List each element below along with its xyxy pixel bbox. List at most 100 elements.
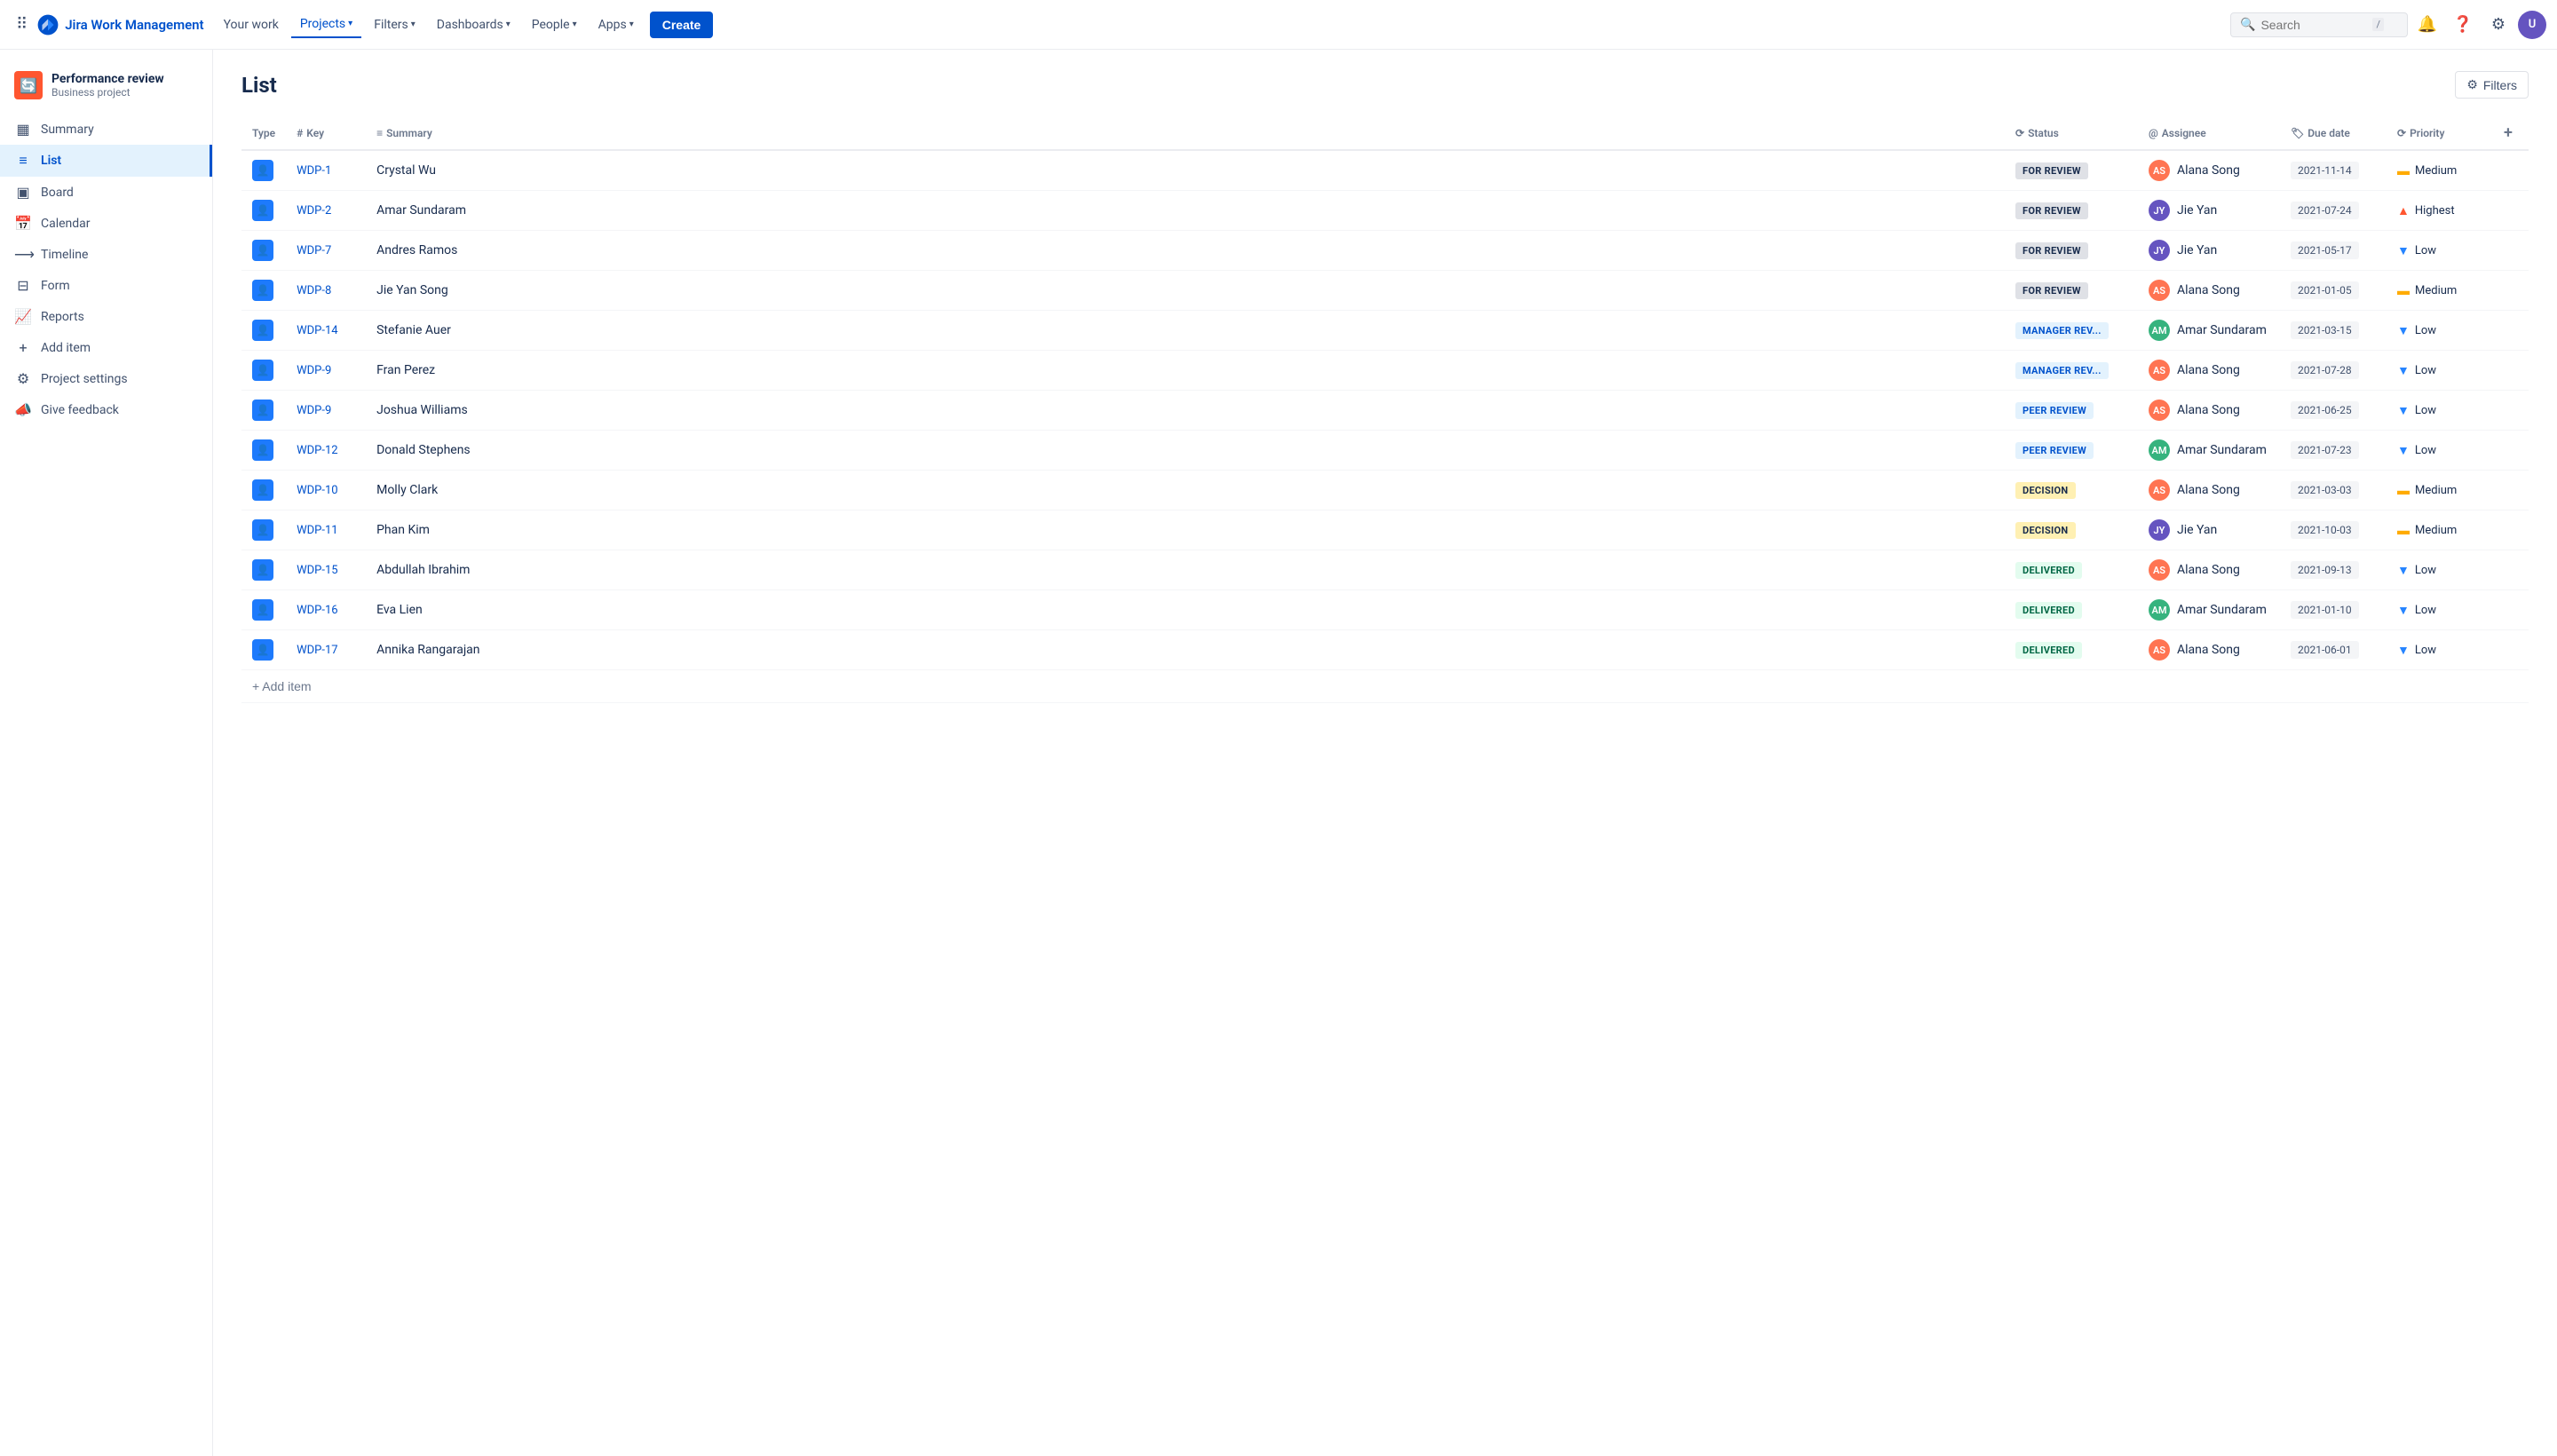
sidebar-item-timeline[interactable]: ⟶ Timeline <box>0 239 212 270</box>
th-type: Type <box>241 116 286 150</box>
grid-icon[interactable]: ⠿ <box>11 10 33 39</box>
key-link-4[interactable]: WDP-14 <box>297 324 337 337</box>
table-row[interactable]: 👤 WDP-10 Molly Clark DECISION AS Alana S… <box>241 471 2529 510</box>
assignee-cell-7: AM Amar Sundaram <box>2149 439 2269 461</box>
key-link-1[interactable]: WDP-2 <box>297 204 331 218</box>
table-row[interactable]: 👤 WDP-1 Crystal Wu FOR REVIEW AS Alana S… <box>241 150 2529 191</box>
dashboards-nav[interactable]: Dashboards ▾ <box>428 12 519 37</box>
sidebar-item-project-settings[interactable]: ⚙ Project settings <box>0 363 212 394</box>
cell-status-12: DELIVERED <box>2005 630 2138 670</box>
table-row[interactable]: 👤 WDP-7 Andres Ramos FOR REVIEW JY Jie Y… <box>241 231 2529 271</box>
cell-duedate-9: 2021-10-03 <box>2280 510 2387 550</box>
cell-status-0: FOR REVIEW <box>2005 150 2138 191</box>
cell-assignee-6: AS Alana Song <box>2138 391 2280 431</box>
due-date-badge-4: 2021-03-15 <box>2291 321 2359 339</box>
create-button[interactable]: Create <box>650 12 714 38</box>
assignee-cell-9: JY Jie Yan <box>2149 519 2269 541</box>
add-column-icon[interactable]: + <box>2504 123 2513 142</box>
key-link-0[interactable]: WDP-1 <box>297 164 331 178</box>
key-link-11[interactable]: WDP-16 <box>297 604 337 617</box>
assignee-avatar-1: JY <box>2149 200 2170 221</box>
th-add-col[interactable]: + <box>2493 116 2529 150</box>
filters-button[interactable]: ⚙ Filters <box>2455 71 2529 99</box>
cell-priority-4: ▼ Low <box>2387 311 2493 351</box>
cell-priority-1: ▲ Highest <box>2387 191 2493 231</box>
due-date-badge-9: 2021-10-03 <box>2291 521 2359 539</box>
priority-label-9: Medium <box>2415 524 2457 537</box>
filters-nav[interactable]: Filters ▾ <box>365 12 424 37</box>
sidebar-item-board[interactable]: ▣ Board <box>0 177 212 208</box>
priority-label-0: Medium <box>2415 164 2457 178</box>
status-badge-5: MANAGER REV... <box>2015 362 2109 379</box>
type-icon-9: 👤 <box>252 519 273 541</box>
assignee-cell-4: AM Amar Sundaram <box>2149 320 2269 341</box>
key-link-2[interactable]: WDP-7 <box>297 244 331 257</box>
type-icon-7: 👤 <box>252 439 273 461</box>
sidebar-item-form[interactable]: ⊟ Form <box>0 270 212 301</box>
sidebar-item-list[interactable]: ≡ List <box>0 145 212 177</box>
assignee-name-2: Jie Yan <box>2177 243 2217 257</box>
table-row[interactable]: 👤 WDP-15 Abdullah Ibrahim DELIVERED AS A… <box>241 550 2529 590</box>
table-row[interactable]: 👤 WDP-2 Amar Sundaram FOR REVIEW JY Jie … <box>241 191 2529 231</box>
add-item-table: + Add item <box>241 670 2529 703</box>
add-item-button[interactable]: + Add item <box>252 679 312 693</box>
key-link-3[interactable]: WDP-8 <box>297 284 331 297</box>
priority-cell-1: ▲ Highest <box>2397 203 2482 218</box>
user-avatar[interactable]: U <box>2518 11 2546 39</box>
table-row[interactable]: 👤 WDP-9 Joshua Williams PEER REVIEW AS A… <box>241 391 2529 431</box>
cell-summary-10: Abdullah Ibrahim <box>366 550 2005 590</box>
key-link-7[interactable]: WDP-12 <box>297 444 337 457</box>
due-date-badge-10: 2021-09-13 <box>2291 561 2359 579</box>
sidebar-item-give-feedback[interactable]: 📣 Give feedback <box>0 394 212 425</box>
table-row[interactable]: 👤 WDP-12 Donald Stephens PEER REVIEW AM … <box>241 431 2529 471</box>
due-date-badge-7: 2021-07-23 <box>2291 441 2359 459</box>
cell-type-6: 👤 <box>241 391 286 431</box>
notifications-button[interactable]: 🔔 <box>2411 9 2443 41</box>
priority-cell-11: ▼ Low <box>2397 603 2482 618</box>
key-link-12[interactable]: WDP-17 <box>297 644 337 657</box>
key-link-9[interactable]: WDP-11 <box>297 524 337 537</box>
cell-key-0: WDP-1 <box>286 150 366 191</box>
cell-priority-10: ▼ Low <box>2387 550 2493 590</box>
logo[interactable]: Jira Work Management <box>36 13 203 36</box>
cell-summary-5: Fran Perez <box>366 351 2005 391</box>
table-row[interactable]: 👤 WDP-11 Phan Kim DECISION JY Jie Yan 20… <box>241 510 2529 550</box>
help-button[interactable]: ❓ <box>2447 9 2479 41</box>
sidebar-item-calendar[interactable]: 📅 Calendar <box>0 208 212 239</box>
cell-duedate-5: 2021-07-28 <box>2280 351 2387 391</box>
sidebar-item-reports[interactable]: 📈 Reports <box>0 301 212 332</box>
key-link-10[interactable]: WDP-15 <box>297 564 337 577</box>
status-badge-7: PEER REVIEW <box>2015 442 2094 459</box>
cell-add-4 <box>2493 311 2529 351</box>
table-row[interactable]: 👤 WDP-14 Stefanie Auer MANAGER REV... AM… <box>241 311 2529 351</box>
cell-duedate-8: 2021-03-03 <box>2280 471 2387 510</box>
table-row[interactable]: 👤 WDP-17 Annika Rangarajan DELIVERED AS … <box>241 630 2529 670</box>
search-input[interactable] <box>2260 18 2367 32</box>
sidebar-item-add-item[interactable]: + Add item <box>0 332 212 363</box>
cell-status-8: DECISION <box>2005 471 2138 510</box>
sidebar-item-label-add-item: Add item <box>41 341 91 355</box>
table-row[interactable]: 👤 WDP-8 Jie Yan Song FOR REVIEW AS Alana… <box>241 271 2529 311</box>
people-nav[interactable]: People ▾ <box>523 12 586 37</box>
search-bar[interactable]: 🔍 / <box>2230 12 2408 37</box>
key-link-5[interactable]: WDP-9 <box>297 364 331 377</box>
table-row[interactable]: 👤 WDP-9 Fran Perez MANAGER REV... AS Ala… <box>241 351 2529 391</box>
cell-summary-4: Stefanie Auer <box>366 311 2005 351</box>
key-link-6[interactable]: WDP-9 <box>297 404 331 417</box>
assignee-avatar-5: AS <box>2149 360 2170 381</box>
your-work-nav[interactable]: Your work <box>215 12 288 37</box>
apps-nav[interactable]: Apps ▾ <box>590 12 643 37</box>
assignee-name-4: Amar Sundaram <box>2177 323 2267 337</box>
cell-status-11: DELIVERED <box>2005 590 2138 630</box>
th-due-date: 🏷 Due date <box>2280 116 2387 150</box>
projects-nav[interactable]: Projects ▾ <box>291 12 361 38</box>
cell-type-2: 👤 <box>241 231 286 271</box>
settings-button[interactable]: ⚙ <box>2482 9 2514 41</box>
key-link-8[interactable]: WDP-10 <box>297 484 337 497</box>
sidebar-item-summary[interactable]: ▦ Summary <box>0 114 212 145</box>
priority-icon-9: ▬ <box>2397 523 2410 538</box>
assignee-avatar-11: AM <box>2149 599 2170 621</box>
table-row[interactable]: 👤 WDP-16 Eva Lien DELIVERED AM Amar Sund… <box>241 590 2529 630</box>
cell-type-0: 👤 <box>241 150 286 191</box>
priority-icon-10: ▼ <box>2397 563 2410 578</box>
